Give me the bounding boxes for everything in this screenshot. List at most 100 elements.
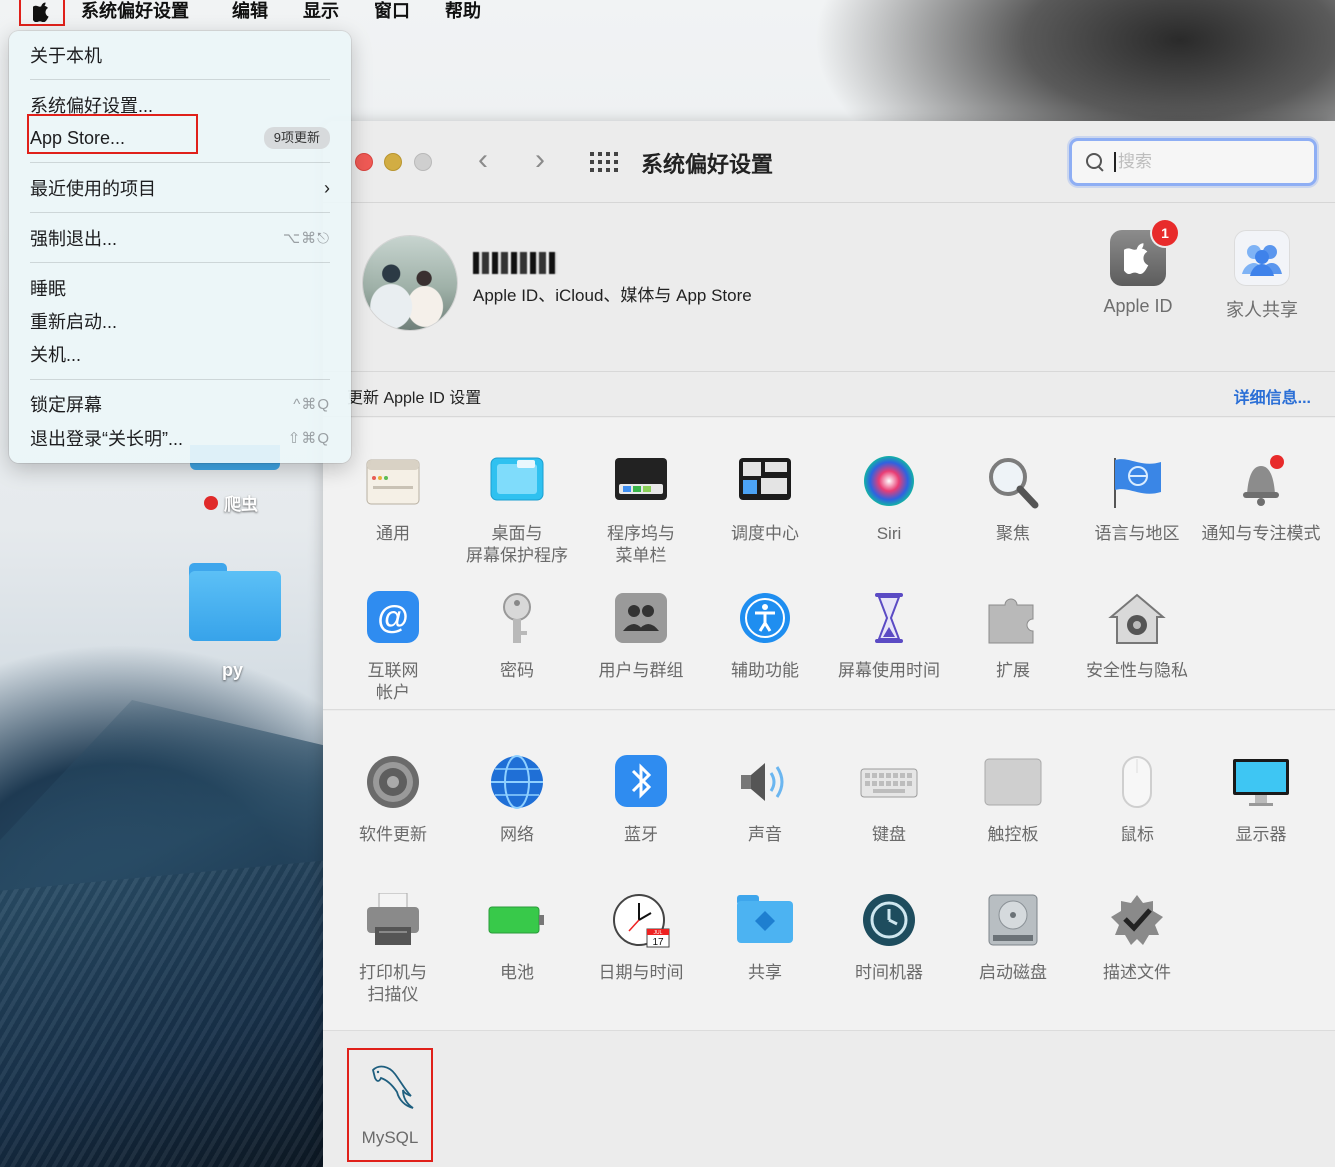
pref-internet-accounts-label: 互联网 帐户	[367, 661, 419, 702]
back-arrow-icon[interactable]: ‹	[478, 145, 488, 175]
family-sharing-pref[interactable]: 家人共享	[1207, 230, 1317, 322]
pref-network[interactable]: 网络	[455, 755, 579, 846]
battery-icon	[488, 906, 544, 934]
menu-item-shutdown[interactable]: 关机...	[30, 339, 330, 369]
menu-item-recent-label: 最近使用的项目	[30, 179, 156, 199]
pref-time-machine[interactable]: 时间机器	[827, 893, 951, 984]
pref-profiles[interactable]: 描述文件	[1075, 893, 1199, 984]
menu-help[interactable]: 帮助	[445, 0, 481, 22]
menu-item-sleep-label: 睡眠	[30, 279, 66, 299]
apple-id-notification-badge: 1	[1152, 220, 1178, 246]
pref-accessibility[interactable]: 辅助功能	[703, 591, 827, 682]
menu-separator	[30, 79, 330, 80]
zoom-window-button[interactable]	[414, 153, 432, 171]
apple-id-pref[interactable]: 1 Apple ID	[1083, 220, 1193, 317]
menu-edit[interactable]: 编辑	[232, 0, 268, 22]
mouse-icon	[1122, 756, 1152, 808]
update-apple-id-text: 更新 Apple ID 设置	[347, 390, 482, 407]
internet-accounts-icon: @	[367, 591, 419, 643]
pref-mouse[interactable]: 鼠标	[1075, 755, 1199, 846]
forward-arrow-icon[interactable]: ›	[535, 145, 545, 175]
pref-sound[interactable]: 声音	[703, 755, 827, 846]
folder-icon[interactable]	[189, 563, 281, 641]
startup-disk-icon	[988, 894, 1038, 946]
pref-passwords-label: 密码	[500, 661, 534, 680]
pref-security[interactable]: 安全性与隐私	[1075, 591, 1199, 682]
show-all-grid-icon[interactable]	[590, 152, 618, 172]
pref-passwords[interactable]: 密码	[455, 591, 579, 682]
close-window-button[interactable]	[355, 153, 373, 171]
pref-sound-label: 声音	[748, 825, 782, 844]
keyboard-icon	[860, 768, 918, 798]
menu-item-force-quit[interactable]: 强制退出... ⌥⌘⎋	[30, 223, 330, 253]
menu-item-lock-screen[interactable]: 锁定屏幕 ^⌘Q	[30, 389, 330, 419]
menu-view[interactable]: 显示	[303, 0, 339, 22]
sound-icon	[741, 763, 784, 801]
menu-separator	[30, 379, 330, 380]
minimize-window-button[interactable]	[384, 153, 402, 171]
pref-software-update[interactable]: 软件更新	[331, 755, 455, 846]
prefs-section-hardware: 软件更新 网络 蓝牙 声音 键盘 触控板 鼠标 显示器 打印机与 扫描仪 电池 …	[323, 711, 1335, 1031]
prefs-section-personal: 通用 桌面与 屏幕保护程序 程序坞与 菜单栏 调度中心 Siri 聚焦 语言与地…	[323, 418, 1335, 710]
pref-screen-time[interactable]: 屏幕使用时间	[827, 591, 951, 682]
red-tag-icon	[204, 495, 218, 510]
family-sharing-icon	[1234, 230, 1290, 286]
pref-date-time-label: 日期与时间	[598, 963, 684, 982]
pref-mysql[interactable]: MySQL	[347, 1048, 433, 1162]
language-region-icon	[1114, 458, 1161, 508]
avatar[interactable]	[363, 236, 457, 330]
search-input[interactable]	[1114, 152, 1304, 172]
general-icon	[366, 459, 420, 505]
update-apple-id-bar[interactable]: 更新 Apple ID 设置 详细信息...	[323, 371, 1335, 417]
menu-item-sleep[interactable]: 睡眠	[30, 273, 330, 303]
menu-separator	[30, 262, 330, 263]
search-field[interactable]	[1069, 138, 1317, 186]
window-toolbar: ‹ › 系统偏好设置	[323, 121, 1335, 203]
menu-item-lock-screen-label: 锁定屏幕	[30, 395, 102, 415]
pref-spotlight[interactable]: 聚焦	[951, 454, 1075, 545]
details-link[interactable]: 详细信息...	[1234, 384, 1311, 408]
pref-startup-disk-label: 启动磁盘	[979, 963, 1047, 982]
pref-notifications[interactable]: 通知与专注模式	[1199, 454, 1323, 545]
extensions-icon	[988, 598, 1034, 644]
app-store-update-badge: 9项更新	[263, 127, 330, 149]
pref-users[interactable]: 用户与群组	[579, 591, 703, 682]
desktop-item-crawler[interactable]: 爬虫	[204, 490, 258, 515]
lock-screen-shortcut: ^⌘Q	[293, 396, 330, 413]
pref-printers[interactable]: 打印机与 扫描仪	[331, 892, 455, 1006]
pref-date-time[interactable]: JUL 17 日期与时间	[579, 893, 703, 984]
pref-general[interactable]: 通用	[331, 454, 455, 545]
pref-mission-control[interactable]: 调度中心	[703, 454, 827, 545]
pref-startup-disk[interactable]: 启动磁盘	[951, 893, 1075, 984]
force-quit-shortcut: ⌥⌘⎋	[282, 230, 330, 247]
pref-trackpad[interactable]: 触控板	[951, 755, 1075, 846]
menu-window[interactable]: 窗口	[374, 0, 410, 22]
pref-sharing[interactable]: 共享	[703, 893, 827, 984]
software-update-icon	[367, 756, 419, 808]
apple-menu-button[interactable]	[19, 0, 65, 26]
pref-battery[interactable]: 电池	[455, 893, 579, 984]
pref-siri[interactable]: Siri	[827, 454, 951, 545]
menu-item-about[interactable]: 关于本机	[30, 40, 330, 70]
menu-separator	[30, 212, 330, 213]
pref-internet-accounts[interactable]: @ 互联网 帐户	[331, 591, 455, 704]
pref-software-update-label: 软件更新	[359, 825, 427, 844]
pref-keyboard[interactable]: 键盘	[827, 755, 951, 846]
menu-item-restart-label: 重新启动...	[30, 312, 118, 332]
pref-printers-label: 打印机与 扫描仪	[359, 963, 427, 1004]
pref-desktop-screensaver[interactable]: 桌面与 屏幕保护程序	[455, 454, 579, 567]
pref-displays[interactable]: 显示器	[1199, 755, 1323, 846]
pref-dock[interactable]: 程序坞与 菜单栏	[579, 454, 703, 567]
menu-item-force-quit-label: 强制退出...	[30, 229, 118, 249]
desktop-folder-py-label[interactable]: py	[222, 660, 243, 681]
menu-item-recent[interactable]: 最近使用的项目 ›	[30, 173, 330, 203]
pref-time-machine-label: 时间机器	[855, 963, 923, 982]
pref-bluetooth[interactable]: 蓝牙	[579, 755, 703, 846]
pref-extensions[interactable]: 扩展	[951, 591, 1075, 682]
menu-system-prefs[interactable]: 系统偏好设置	[81, 0, 189, 22]
account-subtitle: Apple ID、iCloud、媒体与 App Store	[473, 286, 752, 305]
menu-item-logout[interactable]: 退出登录“关长明”... ⇧⌘Q	[30, 423, 330, 453]
pref-mysql-label: MySQL	[361, 1128, 419, 1147]
menu-item-restart[interactable]: 重新启动...	[30, 306, 330, 336]
pref-language[interactable]: 语言与地区	[1075, 454, 1199, 545]
